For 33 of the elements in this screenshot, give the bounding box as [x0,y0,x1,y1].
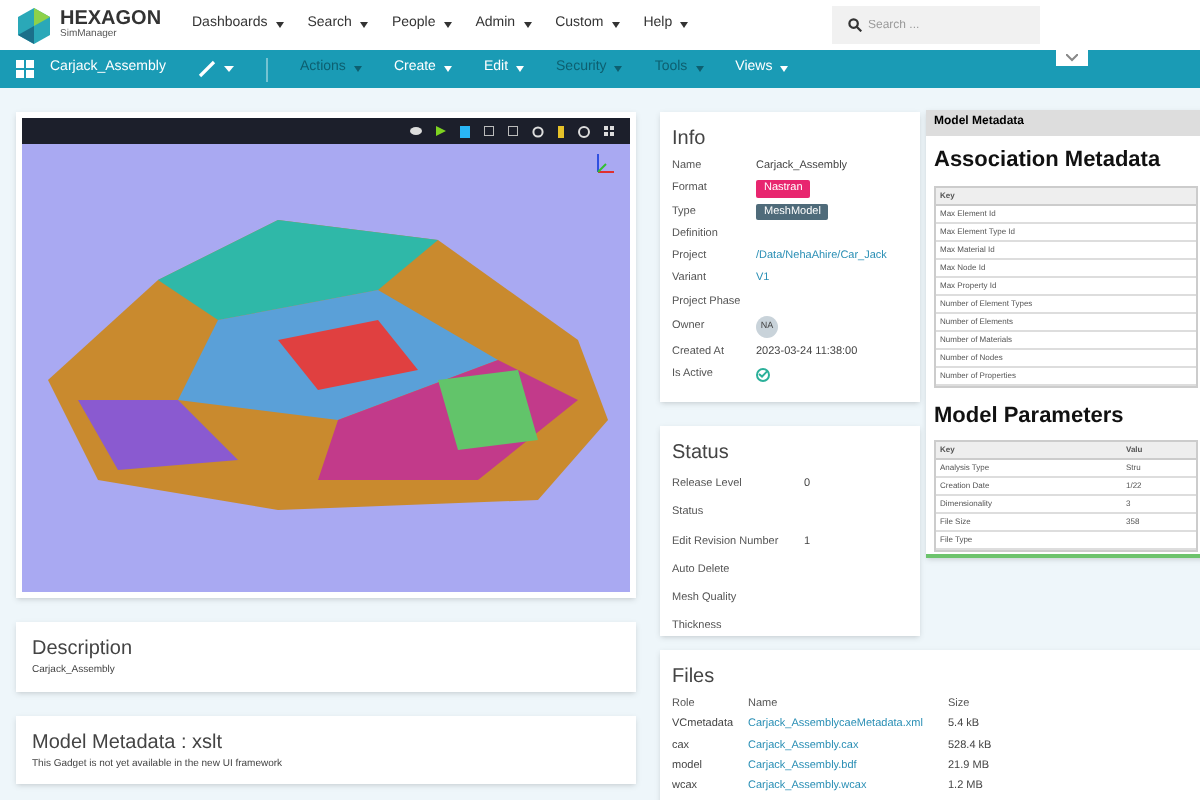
caret-icon [523,22,532,28]
play-icon[interactable] [436,126,446,136]
fullscreen-icon[interactable] [604,126,614,136]
section-heading: Association Metadata [932,146,1163,176]
caret-icon [614,66,623,72]
caret-icon [695,66,704,72]
search-icon [848,18,862,32]
chevron-icon [1066,54,1078,62]
caret-icon [275,22,284,28]
card-title: Status [672,440,731,468]
caret-icon [780,66,789,72]
card-title: Info [672,126,708,154]
grid-icon [16,60,34,78]
card-title: Files [672,664,717,692]
cube-icon[interactable] [460,125,470,137]
caret-icon [359,22,368,28]
caret-icon [353,66,362,72]
eye-icon[interactable] [410,126,422,136]
caret-icon [516,66,525,72]
section-heading: Model Parameters [932,401,1126,431]
caret-icon [443,22,452,28]
collapse-button[interactable] [1056,50,1088,66]
caret-icon [680,22,689,28]
card-title: Model Metadata : xslt [32,729,225,757]
card-title: Description [32,636,135,664]
axis-triad-icon [594,152,614,176]
caret-icon [223,66,234,72]
caret-icon [443,66,452,72]
logo-text: HEXAGON [60,10,162,30]
brush-button[interactable] [197,60,234,78]
logo-icon [16,7,52,43]
caret-icon [611,22,620,28]
brush-icon [197,60,216,78]
